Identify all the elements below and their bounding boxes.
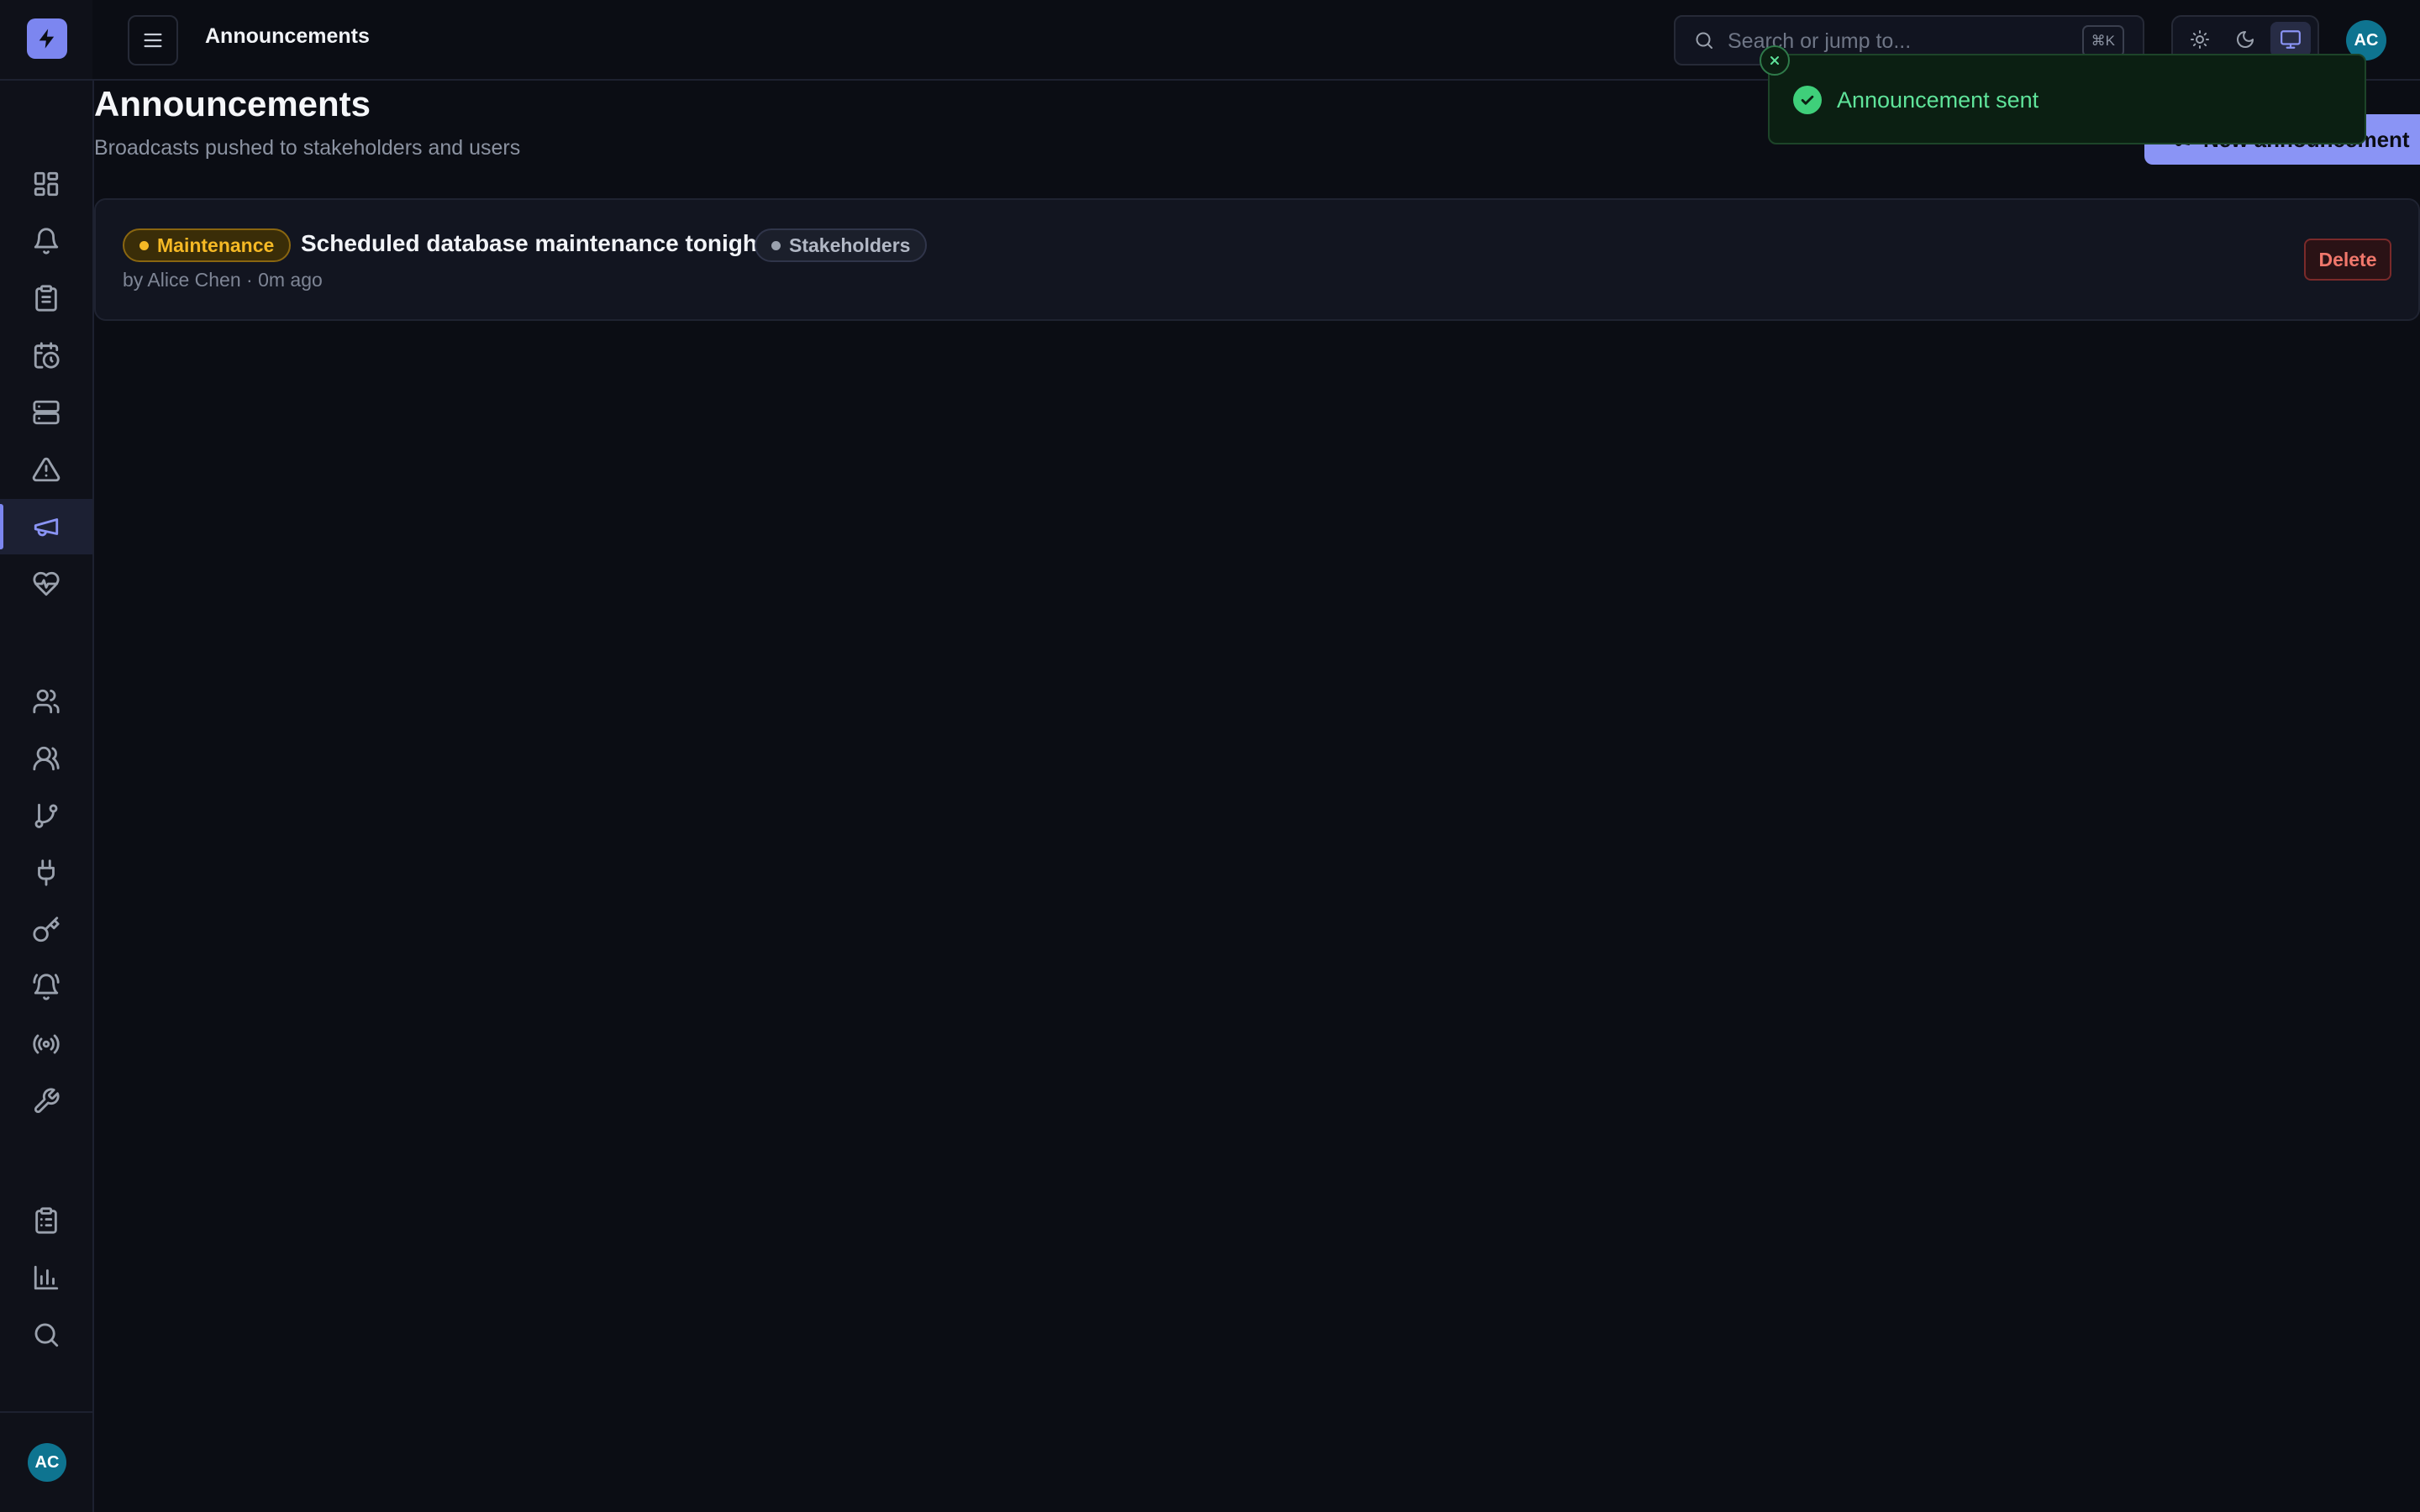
search-icon	[34, 1323, 59, 1347]
theme-system-button[interactable]	[2270, 22, 2311, 57]
wrench-icon	[34, 1088, 60, 1114]
close-icon	[1770, 56, 1779, 65]
check-icon	[1801, 95, 1814, 105]
delete-announcement-button[interactable]: Delete	[2304, 239, 2391, 281]
toast-close-button[interactable]	[1760, 45, 1790, 76]
clipboard-icon	[35, 285, 57, 312]
announcement-type-label: Maintenance	[157, 234, 275, 256]
sidebar-item-settings[interactable]	[0, 1074, 92, 1129]
announcement-type-badge: Maintenance	[123, 228, 292, 262]
dashboard-grid-icon	[34, 171, 59, 197]
sidebar-item-incidents[interactable]	[0, 270, 92, 326]
bell-ring-icon	[33, 974, 60, 1000]
radio-icon	[33, 1034, 60, 1054]
sidebar-user-avatar[interactable]: AC	[28, 1443, 66, 1482]
users-icon	[33, 689, 60, 714]
sidebar-item-status[interactable]	[0, 556, 92, 612]
search-icon	[1696, 32, 1712, 49]
clipboard-list-icon	[35, 1207, 57, 1234]
app-logo[interactable]	[27, 18, 67, 59]
header-title: Announcements	[205, 24, 370, 48]
bell-icon	[34, 228, 59, 255]
sidebar-item-announcements[interactable]	[0, 499, 92, 554]
sidebar-item-alerts[interactable]	[0, 213, 92, 269]
sidebar-item-teams[interactable]	[0, 731, 92, 786]
monitor-icon	[2281, 30, 2301, 49]
team-icon	[33, 746, 60, 771]
audience-dot	[771, 240, 781, 250]
page-title: Announcements	[94, 84, 371, 123]
toast-message: Announcement sent	[1837, 87, 2039, 113]
search-placeholder: Search or jump to...	[1728, 29, 1912, 53]
menu-toggle-button[interactable]	[128, 15, 178, 66]
theme-dark-button[interactable]	[2225, 22, 2265, 57]
sidebar-item-reports[interactable]	[0, 1250, 92, 1305]
hamburger-menu-icon	[144, 33, 162, 48]
announcement-audience-badge: Stakeholders	[755, 228, 928, 262]
sidebar-item-api-keys[interactable]	[0, 902, 92, 958]
announcement-audience-label: Stakeholders	[789, 234, 911, 256]
sidebar-item-notification-rules[interactable]	[0, 959, 92, 1015]
sidebar-item-schedules[interactable]	[0, 328, 92, 383]
moon-icon	[2237, 31, 2254, 48]
bar-chart-icon	[34, 1265, 59, 1290]
megaphone-icon	[34, 518, 59, 537]
calendar-clock-icon	[34, 342, 60, 369]
server-icon	[33, 400, 60, 425]
warning-triangle-icon	[32, 457, 60, 482]
sidebar-item-integrations[interactable]	[0, 845, 92, 900]
announcement-meta: by Alice Chen · 0m ago	[123, 269, 323, 291]
theme-light-button[interactable]	[2180, 22, 2220, 57]
lightning-bolt-icon	[39, 29, 55, 49]
sidebar-item-workflows[interactable]	[0, 788, 92, 843]
sidebar-divider	[0, 79, 92, 81]
sun-icon	[2191, 30, 2209, 49]
search-shortcut-hint: ⌘K	[2081, 25, 2124, 57]
key-icon	[33, 916, 60, 942]
plug-icon	[38, 859, 55, 886]
sidebar-item-search[interactable]	[0, 1307, 92, 1362]
sidebar-item-users[interactable]	[0, 674, 92, 729]
announcement-title: Scheduled database maintenance tonight	[301, 230, 765, 256]
sidebar-item-dashboard[interactable]	[0, 156, 92, 212]
heart-pulse-icon	[33, 571, 60, 596]
type-dot	[139, 240, 149, 250]
sidebar-item-broadcast[interactable]	[0, 1016, 92, 1072]
sidebar-item-escalations[interactable]	[0, 442, 92, 497]
sidebar-divider	[0, 1411, 92, 1413]
sidebar-item-audit-log[interactable]	[0, 1193, 92, 1248]
git-branch-icon	[34, 803, 58, 828]
success-toast: Announcement sent	[1760, 45, 2366, 144]
page-subtitle: Broadcasts pushed to stakeholders and us…	[94, 136, 521, 160]
sidebar-item-services[interactable]	[0, 385, 92, 440]
announcement-card: Maintenance Scheduled database maintenan…	[94, 198, 2420, 321]
sidebar: AC	[0, 0, 94, 1512]
success-check-icon	[1793, 86, 1822, 114]
